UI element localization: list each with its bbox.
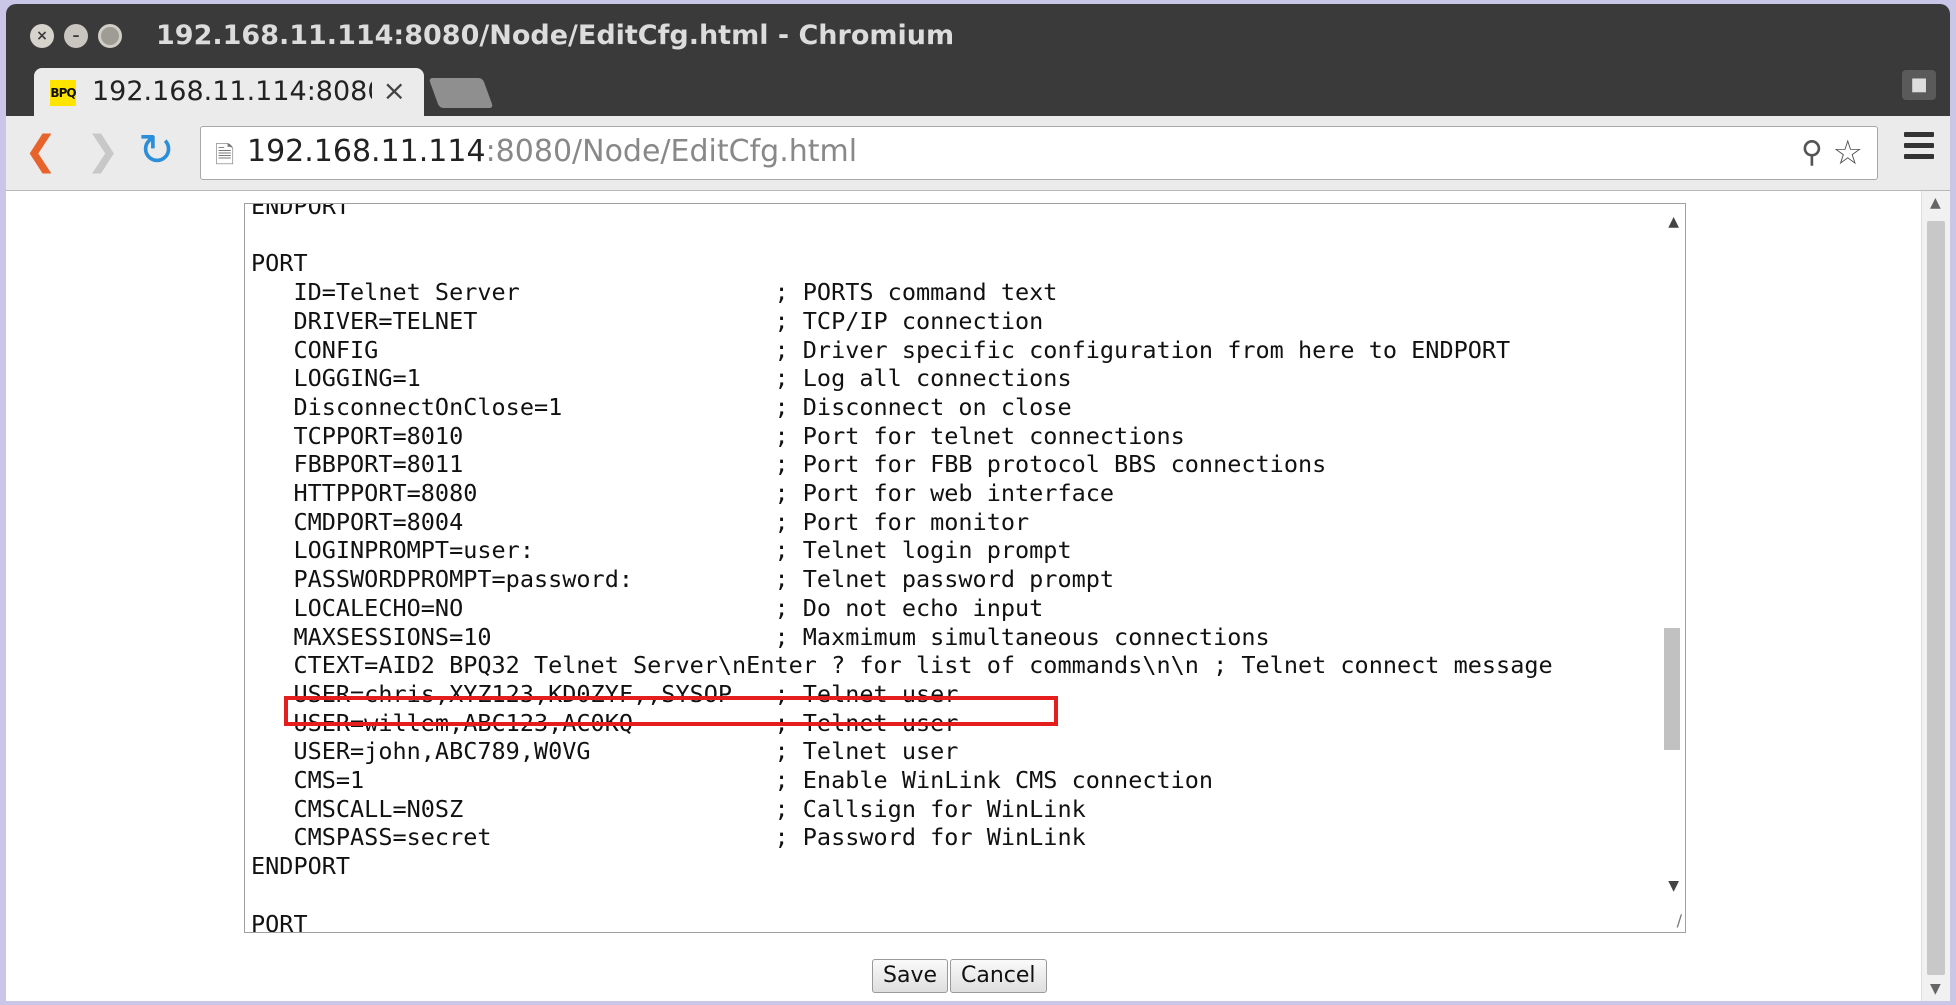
- textarea-scroll-thumb[interactable]: [1664, 628, 1680, 750]
- reload-icon[interactable]: ↻: [138, 126, 175, 176]
- tab-close-icon[interactable]: ×: [383, 74, 406, 107]
- back-arrow-icon[interactable]: ❮: [24, 126, 58, 176]
- page-scroll-down-icon[interactable]: ▼: [1930, 981, 1941, 997]
- scroll-down-icon[interactable]: ▼: [1668, 878, 1679, 894]
- bpq-favicon-icon: BPQ: [50, 80, 77, 106]
- address-bar[interactable]: 🗎 192.168.11.114:8080/Node/EditCfg.html …: [200, 126, 1878, 180]
- window-title: 192.168.11.114:8080/Node/EditCfg.html - …: [156, 20, 955, 51]
- page-scroll-up-icon[interactable]: ▲: [1930, 195, 1941, 211]
- url-text[interactable]: 192.168.11.114:8080/Node/EditCfg.html: [247, 134, 857, 169]
- browser-tab[interactable]: BPQ 192.168.11.114:8080/Node/EditCfg.htm…: [34, 68, 424, 116]
- title-bar: × – 192.168.11.114:8080/Node/EditCfg.htm…: [6, 4, 1950, 68]
- page-scrollbar[interactable]: ▲ ▼: [1921, 191, 1950, 1001]
- zoom-icon[interactable]: ⚲: [1801, 135, 1823, 170]
- textarea-scrollbar[interactable]: ▲ ▼ ∕: [1659, 204, 1685, 932]
- config-textarea[interactable]: ENDPORT PORT ID=Telnet Server ; PORTS co…: [244, 203, 1686, 933]
- cmdport-highlight-box: [284, 696, 1058, 726]
- menu-icon[interactable]: [1904, 132, 1934, 165]
- url-host: 192.168.11.114: [247, 134, 486, 169]
- cancel-button[interactable]: Cancel: [950, 959, 1047, 993]
- star-icon[interactable]: ☆: [1833, 133, 1863, 173]
- browser-window: × – 192.168.11.114:8080/Node/EditCfg.htm…: [6, 4, 1950, 1001]
- scroll-up-icon[interactable]: ▲: [1668, 214, 1679, 230]
- url-path: :8080/Node/EditCfg.html: [485, 134, 858, 169]
- browser-toolbar: ❮ ❯ ↻ 🗎 192.168.11.114:8080/Node/EditCfg…: [6, 116, 1950, 191]
- tab-title: 192.168.11.114:8080/Node/EditCfg.html: [92, 76, 372, 107]
- page-scroll-thumb[interactable]: [1927, 221, 1945, 975]
- page-icon: 🗎: [215, 141, 235, 169]
- forward-arrow-icon[interactable]: ❯: [86, 126, 120, 176]
- window-maximize-button[interactable]: [98, 24, 122, 48]
- form-buttons: Save Cancel: [872, 959, 1049, 993]
- new-tab-button[interactable]: [428, 78, 494, 108]
- window-minimize-button[interactable]: –: [64, 24, 88, 48]
- config-text[interactable]: ENDPORT PORT ID=Telnet Server ; PORTS co…: [251, 204, 1553, 932]
- window-close-button[interactable]: ×: [30, 24, 54, 48]
- save-button[interactable]: Save: [872, 959, 949, 993]
- page-content: ENDPORT PORT ID=Telnet Server ; PORTS co…: [6, 191, 1950, 1001]
- profile-icon[interactable]: ■: [1902, 70, 1936, 100]
- resize-grip-icon[interactable]: ∕: [1677, 911, 1682, 930]
